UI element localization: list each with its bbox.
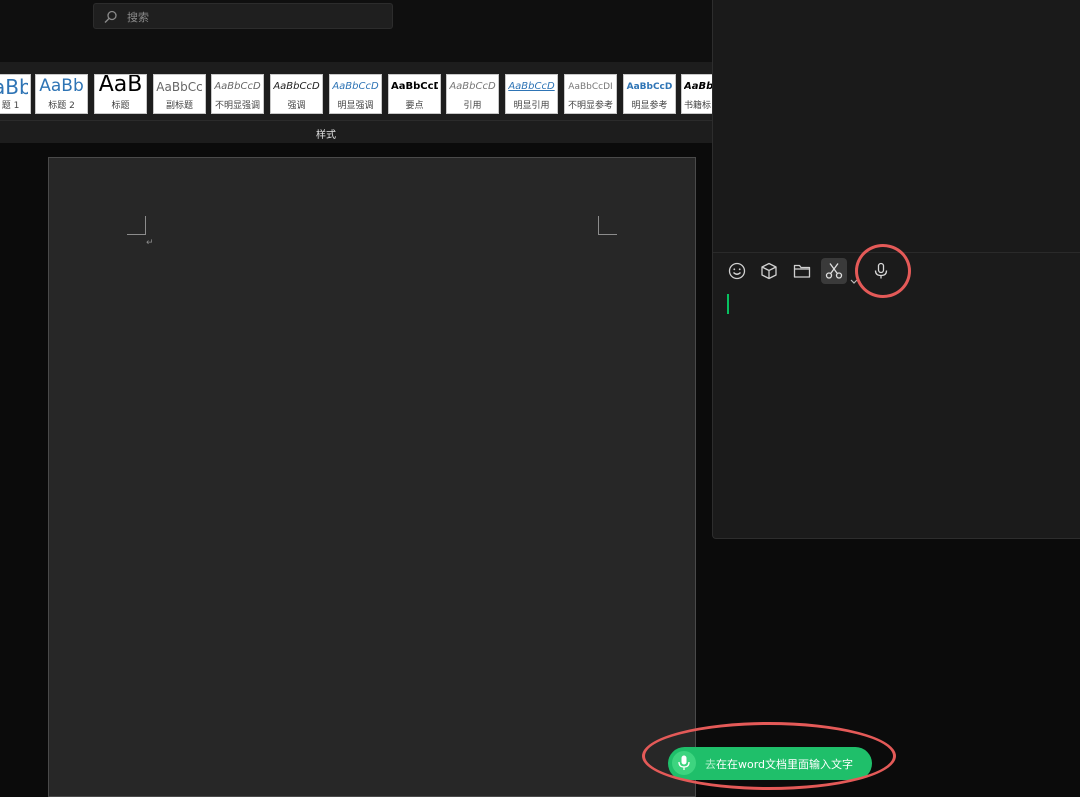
voice-transcript: 去在在word文档里面输入文字 (705, 756, 853, 772)
styles-group-bar: 样式 (0, 121, 712, 144)
folder-icon (793, 264, 811, 278)
style-title[interactable]: AaB 标题 (94, 74, 147, 114)
styles-gallery: aBb 题 1 AaBb 标题 2 AaB 标题 AaBbCc 副标题 AaBb… (0, 74, 712, 114)
chevron-down-icon[interactable] (850, 270, 858, 289)
favorites-button[interactable] (756, 258, 782, 284)
chat-input-area[interactable] (713, 290, 1080, 535)
style-subtle-reference[interactable]: AaBbCcDI 不明显参考 (564, 74, 617, 114)
paragraph-mark: ↵ (146, 238, 154, 248)
style-subtle-emphasis[interactable]: AaBbCcD 不明显强调 (211, 74, 264, 114)
styles-group-label: 样式 (316, 130, 336, 141)
microphone-icon (874, 262, 888, 279)
screenshot-button[interactable] (821, 258, 847, 284)
style-strong[interactable]: AaBbCcD 要点 (388, 74, 441, 114)
voice-input-indicator[interactable]: 去在在word文档里面输入文字 (668, 747, 872, 780)
style-emphasis[interactable]: AaBbCcD 强调 (270, 74, 323, 114)
emoji-icon (728, 262, 746, 280)
style-intense-emphasis[interactable]: AaBbCcD 明显强调 (329, 74, 382, 114)
microphone-icon (678, 755, 690, 770)
chat-window (712, 0, 1080, 539)
style-intense-quote[interactable]: AaBbCcD 明显引用 (505, 74, 558, 114)
document-page[interactable]: ↵ (48, 157, 696, 797)
margin-corner-right (598, 216, 617, 235)
search-icon (104, 9, 118, 23)
word-title-bar: 搜索 (0, 0, 712, 62)
style-heading-1[interactable]: aBb 题 1 (0, 74, 31, 114)
style-book-title[interactable]: AaBb 书籍标 (681, 74, 712, 114)
3d-box-icon (761, 262, 777, 280)
voice-transcript-partial: 去 (705, 758, 716, 771)
chat-message-area (713, 0, 1080, 253)
text-caret (727, 294, 729, 314)
margin-corner-left (127, 216, 146, 235)
send-file-button[interactable] (789, 258, 815, 284)
style-heading-2[interactable]: AaBb 标题 2 (35, 74, 88, 114)
search-input[interactable]: 搜索 (93, 3, 393, 29)
emoji-button[interactable] (724, 258, 750, 284)
voice-transcript-text: 在在word文档里面输入文字 (716, 758, 854, 771)
style-subtitle[interactable]: AaBbCc 副标题 (153, 74, 206, 114)
voice-input-button[interactable] (868, 258, 894, 284)
voice-mic-button[interactable] (672, 751, 696, 775)
style-intense-reference[interactable]: AaBbCcD 明显参考 (623, 74, 676, 114)
style-quote[interactable]: AaBbCcD 引用 (446, 74, 499, 114)
search-placeholder: 搜索 (127, 11, 149, 24)
chat-toolbar (713, 257, 1080, 287)
scissors-icon (825, 263, 843, 279)
